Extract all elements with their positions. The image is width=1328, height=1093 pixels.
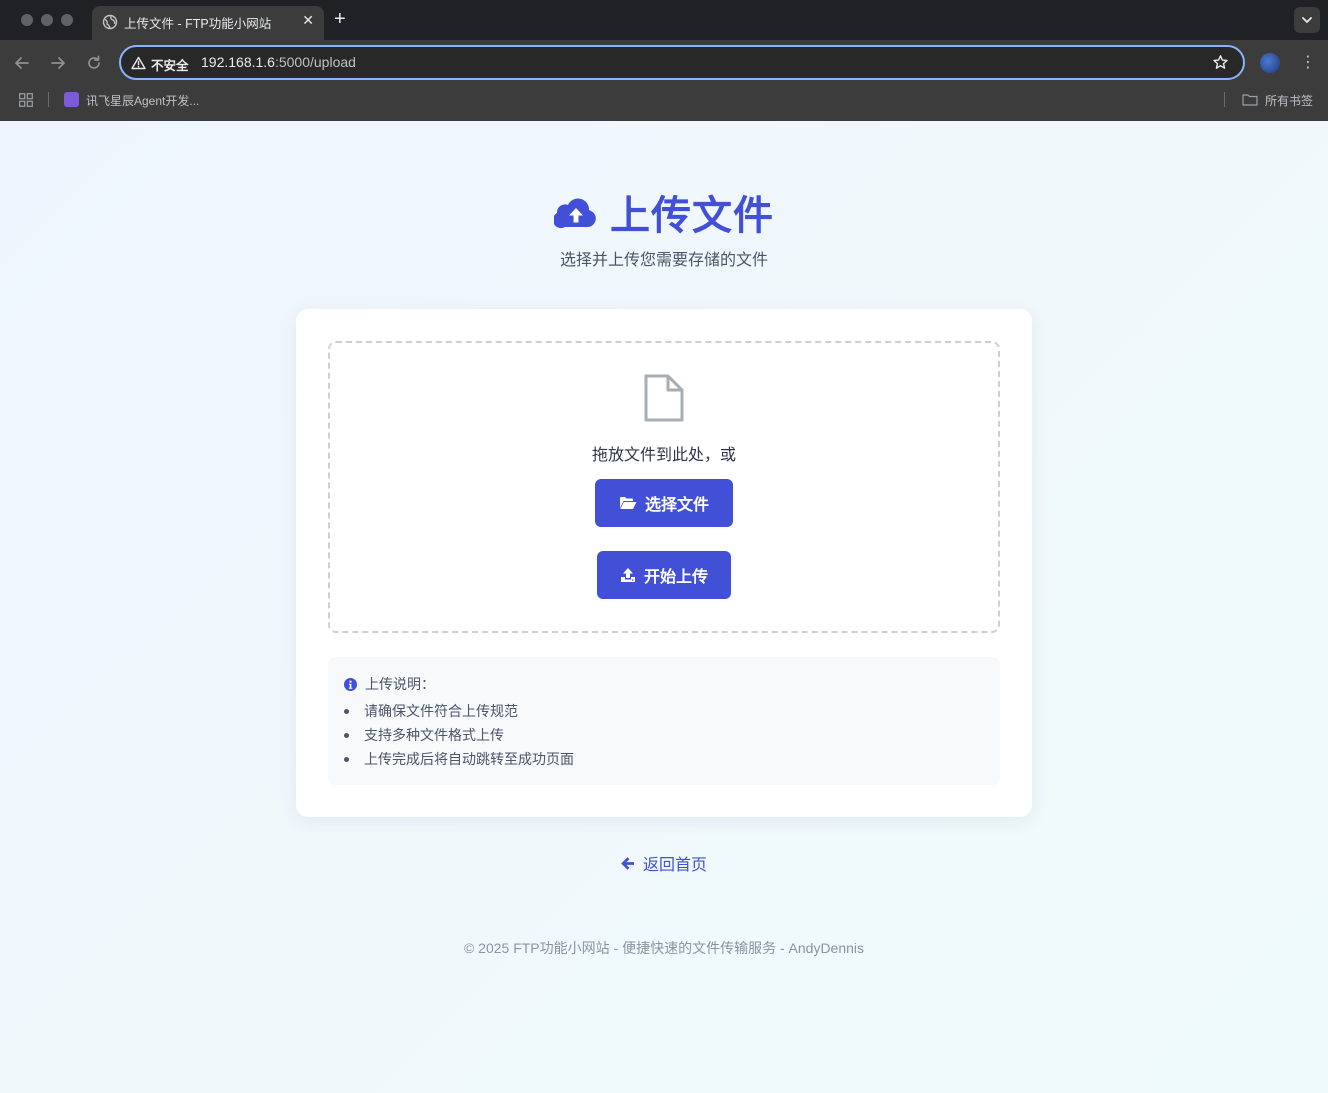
- reload-icon[interactable]: [84, 53, 104, 73]
- warning-icon: [131, 56, 146, 70]
- cloud-upload-icon: [554, 198, 596, 229]
- globe-icon: [102, 14, 118, 30]
- upload-instructions: 上传说明： 请确保文件符合上传规范 支持多种文件格式上传 上传完成后将自动跳转至…: [328, 657, 1000, 785]
- back-home-label: 返回首页: [643, 857, 708, 874]
- list-item: 支持多种文件格式上传: [344, 725, 574, 749]
- bookmark-item[interactable]: 讯飞星辰Agent开发...: [86, 92, 199, 109]
- folder-icon: [1242, 94, 1258, 106]
- instructions-heading: 上传说明：: [344, 674, 435, 694]
- browser-tab[interactable]: 上传文件 - FTP功能小网站 ✕: [92, 6, 324, 40]
- browser-menu-icon[interactable]: ⋮: [1300, 53, 1316, 73]
- browser-toolbar: 不安全 192.168.1.6:5000/upload ⋮: [0, 40, 1328, 86]
- window-zoom-button[interactable]: [61, 14, 73, 26]
- choose-file-button[interactable]: 选择文件: [595, 479, 733, 527]
- url-text[interactable]: 192.168.1.6:5000/upload: [201, 54, 356, 70]
- back-arrow-icon[interactable]: [12, 53, 32, 73]
- chevron-down-icon: [1302, 17, 1312, 23]
- new-tab-button[interactable]: +: [334, 8, 346, 30]
- browser-titlebar: 上传文件 - FTP功能小网站 ✕ +: [0, 0, 1328, 40]
- page-subtitle: 选择并上传您需要存储的文件: [559, 252, 768, 269]
- folder-open-icon: [619, 497, 637, 509]
- bookmark-separator: [1224, 92, 1225, 107]
- tab-close-icon[interactable]: ✕: [302, 12, 314, 29]
- window-close-button[interactable]: [21, 14, 33, 26]
- security-label[interactable]: 不安全: [151, 55, 189, 74]
- page-title: 上传文件: [554, 183, 774, 241]
- info-circle-icon: [344, 677, 357, 691]
- instructions-heading-text: 上传说明：: [365, 676, 435, 692]
- tab-title: 上传文件 - FTP功能小网站: [124, 17, 272, 31]
- file-dropzone[interactable]: 拖放文件到此处，或 选择文件 开始上传: [328, 341, 1000, 633]
- bookmark-star-icon[interactable]: [1212, 54, 1229, 71]
- choose-file-label: 选择文件: [644, 497, 709, 514]
- upload-icon: [620, 568, 635, 582]
- upload-card: 拖放文件到此处，或 选择文件 开始上传 上传说明： 请确保文件符合上传规范 支持…: [296, 309, 1032, 817]
- page-title-text: 上传文件: [610, 194, 774, 238]
- page-footer: © 2025 FTP功能小网站 - 便捷快速的文件传输服务 - AndyDenn…: [463, 940, 865, 956]
- arrow-left-icon: [621, 856, 634, 870]
- instructions-list: 请确保文件符合上传规范 支持多种文件格式上传 上传完成后将自动跳转至成功页面: [344, 701, 574, 773]
- address-bar[interactable]: 不安全 192.168.1.6:5000/upload: [119, 45, 1245, 80]
- list-item: 上传完成后将自动跳转至成功页面: [344, 749, 574, 773]
- page-header: 上传文件: [0, 183, 1328, 241]
- bookmark-favicon-icon: [64, 92, 79, 107]
- tab-search-button[interactable]: [1294, 7, 1320, 33]
- bookmark-separator: [48, 92, 49, 107]
- url-path: :5000/upload: [274, 54, 356, 70]
- all-bookmarks-button[interactable]: 所有书签: [1265, 92, 1313, 109]
- url-host: 192.168.1.6: [201, 54, 275, 70]
- start-upload-button[interactable]: 开始上传: [597, 551, 731, 599]
- apps-grid-icon[interactable]: [19, 93, 33, 107]
- file-icon: [644, 374, 684, 422]
- bookmarks-bar: 讯飞星辰Agent开发... 所有书签: [0, 86, 1328, 121]
- forward-arrow-icon[interactable]: [48, 53, 68, 73]
- back-home-link[interactable]: 返回首页: [620, 851, 707, 875]
- list-item: 请确保文件符合上传规范: [344, 701, 574, 725]
- dropzone-text: 拖放文件到此处，或: [591, 447, 736, 464]
- page-content: 上传文件 选择并上传您需要存储的文件 拖放文件到此处，或 选择文件 开始上传 上…: [0, 121, 1328, 1093]
- profile-avatar[interactable]: [1260, 53, 1280, 73]
- start-upload-label: 开始上传: [643, 569, 708, 586]
- window-minimize-button[interactable]: [41, 14, 53, 26]
